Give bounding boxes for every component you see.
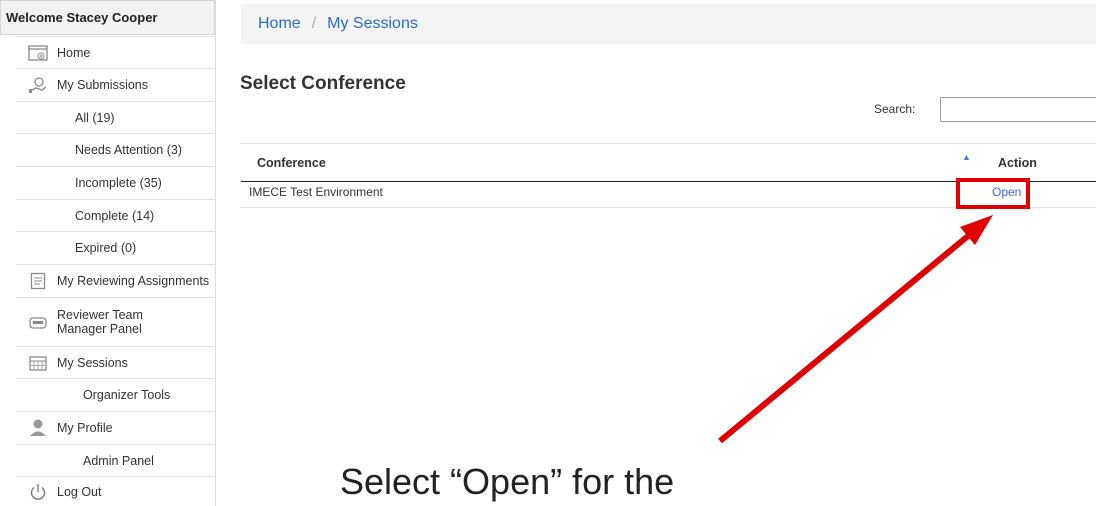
annotation-caption: Select “Open” for the [340,461,675,502]
annotation-arrow [718,215,993,444]
